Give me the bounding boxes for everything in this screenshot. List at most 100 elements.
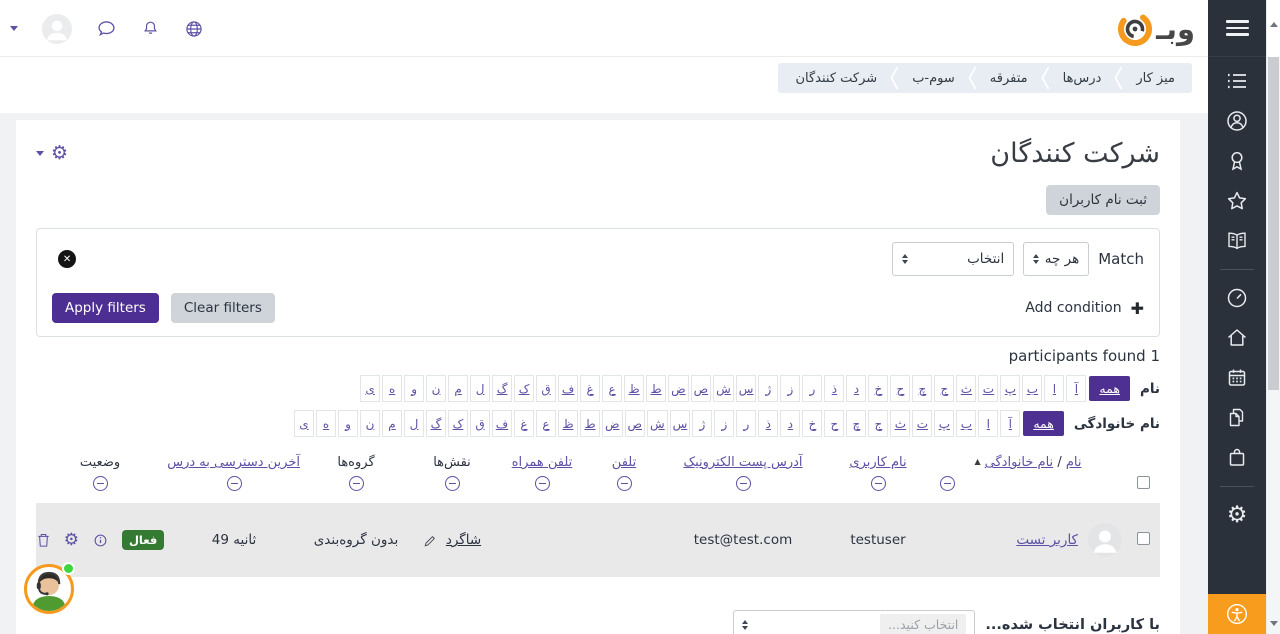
sort-lastaccess-link[interactable]: آخرین دسترسی به درس: [167, 455, 300, 470]
initial-letter[interactable]: آ: [1066, 375, 1086, 402]
support-chat-widget[interactable]: [24, 564, 74, 614]
initial-letter[interactable]: ل: [470, 375, 490, 402]
initial-letter[interactable]: ط: [580, 410, 600, 437]
initial-letter[interactable]: و: [338, 410, 358, 437]
initial-letter[interactable]: ک: [514, 375, 534, 402]
initial-letter[interactable]: د: [846, 375, 866, 402]
match-type-select[interactable]: هر چه: [1023, 242, 1089, 276]
edit-enrolment-gear-icon[interactable]: ⚙: [64, 532, 79, 549]
collapse-lastaccess-column-icon[interactable]: [227, 476, 242, 491]
initial-letter[interactable]: ز: [780, 375, 800, 402]
scrollbar-thumb[interactable]: [1268, 57, 1279, 390]
initial-letter[interactable]: ن: [360, 410, 380, 437]
clear-filters-button[interactable]: Clear filters: [171, 293, 275, 323]
initial-letter[interactable]: ف: [558, 375, 578, 402]
initial-letter[interactable]: ص: [691, 375, 712, 402]
initial-letter[interactable]: ر: [736, 410, 756, 437]
sidebar-calendar-icon[interactable]: [1225, 366, 1249, 390]
breadcrumb-item-dashboard[interactable]: میز کار: [1123, 71, 1188, 86]
sort-phone-link[interactable]: تلفن: [612, 455, 636, 470]
initial-letter[interactable]: ظ: [624, 375, 644, 402]
initial-letter[interactable]: ع: [536, 410, 556, 437]
initial-letter[interactable]: ض: [668, 375, 689, 402]
sidebar-briefcase-icon[interactable]: [1225, 446, 1249, 470]
initial-letter[interactable]: ل: [404, 410, 424, 437]
initial-letter[interactable]: و: [404, 375, 424, 402]
breadcrumb-item-participants[interactable]: شرکت کنندگان: [782, 71, 890, 86]
initial-letter[interactable]: خ: [802, 410, 822, 437]
collapse-username-column-icon[interactable]: [871, 476, 886, 491]
row-checkbox[interactable]: [1137, 532, 1150, 545]
initial-letter[interactable]: س: [670, 410, 691, 437]
initial-letter[interactable]: چ: [846, 410, 866, 437]
sidebar-home-icon[interactable]: [1225, 326, 1249, 350]
initial-letter[interactable]: ت: [912, 410, 932, 437]
initial-letter[interactable]: چ: [912, 375, 932, 402]
sidebar-files-icon[interactable]: [1225, 406, 1249, 430]
initial-letter[interactable]: پ: [1000, 375, 1020, 402]
collapse-roles-column-icon[interactable]: [445, 476, 460, 491]
messages-icon[interactable]: [96, 18, 117, 39]
initial-letter[interactable]: ح: [890, 375, 910, 402]
sidebar-participants-icon[interactable]: [1225, 109, 1249, 133]
sidebar-menu-icon[interactable]: [1208, 0, 1266, 57]
breadcrumb-item-courses[interactable]: درس‌ها: [1050, 71, 1115, 86]
site-logo[interactable]: وبـ: [1115, 9, 1195, 49]
select-all-checkbox[interactable]: [1137, 476, 1150, 489]
sort-lastname-link[interactable]: نام خانوادگی: [985, 455, 1054, 470]
initial-letter[interactable]: ط: [646, 375, 666, 402]
initial-letter[interactable]: ا: [1044, 375, 1064, 402]
initial-letter[interactable]: م: [382, 410, 402, 437]
participant-avatar[interactable]: [1088, 523, 1122, 557]
sidebar-dashboard-gauge-icon[interactable]: [1225, 286, 1249, 310]
initial-letter[interactable]: ر: [802, 375, 822, 402]
enrolment-info-icon[interactable]: [92, 532, 109, 549]
initial-letter[interactable]: خ: [868, 375, 888, 402]
lastname-all-button[interactable]: همه: [1023, 411, 1064, 436]
initial-letter[interactable]: ج: [868, 410, 888, 437]
initial-letter[interactable]: ع: [602, 375, 622, 402]
collapse-groups-column-icon[interactable]: [349, 476, 364, 491]
delete-enrolment-trash-icon[interactable]: [36, 532, 51, 549]
breadcrumb-item-category[interactable]: متفرقه: [977, 71, 1041, 86]
initial-letter[interactable]: ب: [956, 410, 976, 437]
initial-letter[interactable]: ح: [824, 410, 844, 437]
initial-letter[interactable]: ش: [647, 410, 668, 437]
sidebar-badge-icon[interactable]: [1225, 149, 1249, 173]
initial-letter[interactable]: ث: [956, 375, 976, 402]
initial-letter[interactable]: ث: [890, 410, 910, 437]
apply-filters-button[interactable]: Apply filters: [52, 293, 159, 323]
collapse-phone-column-icon[interactable]: [617, 476, 632, 491]
scroll-down-arrow-icon[interactable]: [1270, 621, 1278, 626]
initial-letter[interactable]: پ: [934, 410, 954, 437]
initial-letter[interactable]: غ: [580, 375, 600, 402]
initial-letter[interactable]: ق: [470, 410, 490, 437]
initial-letter[interactable]: گ: [492, 375, 512, 402]
sidebar-settings-gear-icon[interactable]: ⚙: [1225, 503, 1249, 527]
user-avatar[interactable]: [42, 14, 72, 44]
add-condition-link[interactable]: ✚ Add condition: [1025, 299, 1144, 318]
sidebar-courses-book-icon[interactable]: [1225, 229, 1249, 253]
participant-name-link[interactable]: کاربر تست: [1016, 532, 1078, 548]
sidebar-star-icon[interactable]: [1225, 189, 1249, 213]
collapse-name-column-icon[interactable]: [940, 476, 955, 491]
filter-condition-select[interactable]: انتخاب: [892, 242, 1014, 276]
sort-email-link[interactable]: آدرس پست الکترونیک: [683, 455, 802, 470]
edit-roles-pencil-icon[interactable]: [423, 533, 438, 548]
initial-letter[interactable]: ک: [448, 410, 468, 437]
collapse-status-column-icon[interactable]: [93, 476, 108, 491]
initial-letter[interactable]: م: [448, 375, 468, 402]
bulk-actions-select[interactable]: انتخاب کنید...: [733, 610, 975, 634]
accessibility-button[interactable]: [1208, 594, 1266, 634]
initial-letter[interactable]: ش: [713, 375, 734, 402]
initial-letter[interactable]: ز: [714, 410, 734, 437]
sort-username-link[interactable]: نام کاربری: [849, 455, 906, 470]
initial-letter[interactable]: ه: [316, 410, 336, 437]
notifications-bell-icon[interactable]: [141, 18, 160, 39]
role-link[interactable]: شاگرد: [446, 532, 481, 548]
initial-letter[interactable]: ب: [1022, 375, 1042, 402]
initial-letter[interactable]: ی: [294, 410, 314, 437]
initial-letter[interactable]: آ: [1000, 410, 1020, 437]
sort-firstname-link[interactable]: نام: [1066, 455, 1082, 470]
initial-letter[interactable]: ژ: [758, 375, 778, 402]
